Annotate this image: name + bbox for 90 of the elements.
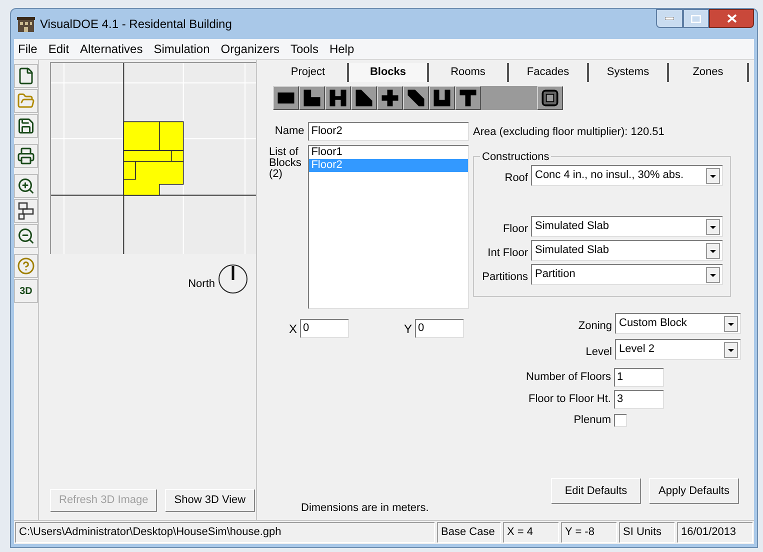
name-label: Name	[274, 124, 306, 140]
close-button[interactable]	[709, 9, 754, 28]
tab[interactable]: Blocks	[349, 63, 429, 82]
plenum-checkbox[interactable]	[614, 414, 627, 427]
zoom-in-icon	[17, 177, 35, 195]
menu-item[interactable]: Edit	[48, 40, 70, 58]
minimize-icon	[665, 17, 674, 20]
minimize-button[interactable]	[656, 9, 683, 28]
north-label: North	[188, 276, 215, 292]
construction-dropdown[interactable]: Conc 4 in., no insul., 30% abs.	[531, 165, 723, 186]
toolbar-button[interactable]	[14, 199, 38, 223]
status-bar-cell: 16/01/2013	[677, 522, 753, 543]
toolbar-button[interactable]	[14, 174, 38, 198]
area-text: Area (excluding floor multiplier): 120.51	[473, 125, 666, 140]
close-icon	[726, 14, 736, 23]
t-shape-icon	[457, 87, 479, 109]
help-icon	[17, 257, 35, 275]
block-shape-button[interactable]	[325, 86, 351, 110]
list-label: Blocks	[269, 158, 302, 169]
construction-dropdown[interactable]: Partition	[531, 264, 723, 285]
diagonal-shape-icon	[405, 87, 427, 109]
list-label: (2)	[269, 169, 284, 180]
toolbar-button[interactable]	[14, 64, 38, 88]
h-shape-icon	[327, 87, 349, 109]
block-shape-button[interactable]	[455, 86, 481, 110]
construction-dropdown[interactable]: Simulated Slab	[531, 216, 723, 237]
toolbar-button[interactable]	[14, 114, 38, 138]
block-shape-button[interactable]	[377, 86, 403, 110]
north-compass-icon	[218, 264, 248, 294]
list-label: List of	[269, 147, 300, 158]
units-note: Dimensions are in meters.	[301, 500, 429, 516]
status-bar-cell: Base Case	[437, 522, 501, 543]
maximize-icon	[691, 14, 701, 22]
block-shape-button[interactable]	[299, 86, 325, 110]
blocks-icon	[18, 202, 34, 220]
status-bar-cell: C:\Users\Administrator\Desktop\HouseSim\house.gph	[15, 522, 435, 543]
construction-label: Partitions	[481, 270, 529, 284]
construction-label: Roof	[504, 170, 529, 186]
menu-item[interactable]: Help	[329, 40, 354, 58]
custom-shape-icon	[539, 87, 561, 109]
menu-item[interactable]: File	[18, 40, 38, 58]
window-title: VisualDOE 4.1 - Residental Building	[40, 16, 232, 33]
coordinate-label: X	[289, 320, 298, 338]
3d-button[interactable]: 3D	[14, 279, 38, 303]
construction-label: Int Floor	[486, 246, 529, 260]
block-shape-button[interactable]	[403, 86, 429, 110]
block-shape-button[interactable]	[273, 86, 299, 110]
coordinate-field[interactable]: 0	[415, 319, 464, 338]
status-bar-cell: X = 4	[503, 522, 559, 543]
menu-item[interactable]: Alternatives	[80, 40, 143, 58]
apply-defaults-button[interactable]: Apply Defaults	[649, 478, 739, 504]
new-file-icon	[17, 67, 35, 85]
field-label: Zoning	[578, 318, 612, 334]
coordinate-label: Y	[404, 320, 412, 338]
triangle-shape-icon	[353, 87, 375, 109]
field-label: Level	[586, 344, 612, 360]
save-icon	[17, 117, 35, 135]
number-field[interactable]: 3	[614, 390, 664, 409]
construction-dropdown[interactable]: Simulated Slab	[531, 240, 723, 261]
dropdown[interactable]: Custom Block	[615, 313, 741, 334]
show-3d-button[interactable]: Show 3D View	[165, 489, 255, 512]
printer-icon	[17, 147, 35, 165]
field-label: Floor to Floor Ht.	[528, 392, 611, 408]
field-label: Number of Floors	[526, 370, 611, 386]
menu-item[interactable]: Tools	[290, 40, 318, 58]
folder-icon	[17, 92, 35, 110]
construction-label: Floor	[502, 222, 529, 236]
number-field[interactable]: 1	[614, 368, 664, 387]
status-bar-cell: SI Units	[619, 522, 675, 543]
zoom-out-icon	[17, 227, 35, 245]
maximize-button[interactable]	[683, 9, 709, 28]
menu-item[interactable]: Simulation	[154, 40, 210, 58]
plenum-label: Plenum	[574, 413, 611, 428]
edit-defaults-button[interactable]: Edit Defaults	[551, 478, 641, 504]
name-field[interactable]: Floor2	[308, 122, 469, 141]
block-shape-button[interactable]	[351, 86, 377, 110]
status-bar-cell: Y = -8	[561, 522, 617, 543]
u-shape-icon	[431, 87, 453, 109]
block-shape-button[interactable]	[429, 86, 455, 110]
group-title: Constructions	[481, 150, 550, 164]
block-shape-button[interactable]	[537, 86, 563, 110]
toolbar-button[interactable]	[14, 144, 38, 168]
building-icon	[17, 16, 35, 32]
toolbar-button[interactable]	[14, 224, 38, 248]
cross-shape-icon	[379, 87, 401, 109]
l-shape-icon	[301, 87, 323, 109]
coordinate-field[interactable]: 0	[300, 319, 350, 338]
dropdown[interactable]: Level 2	[615, 339, 741, 360]
list-item[interactable]: Floor1	[309, 146, 468, 159]
menu-item[interactable]: Organizers	[220, 40, 280, 58]
